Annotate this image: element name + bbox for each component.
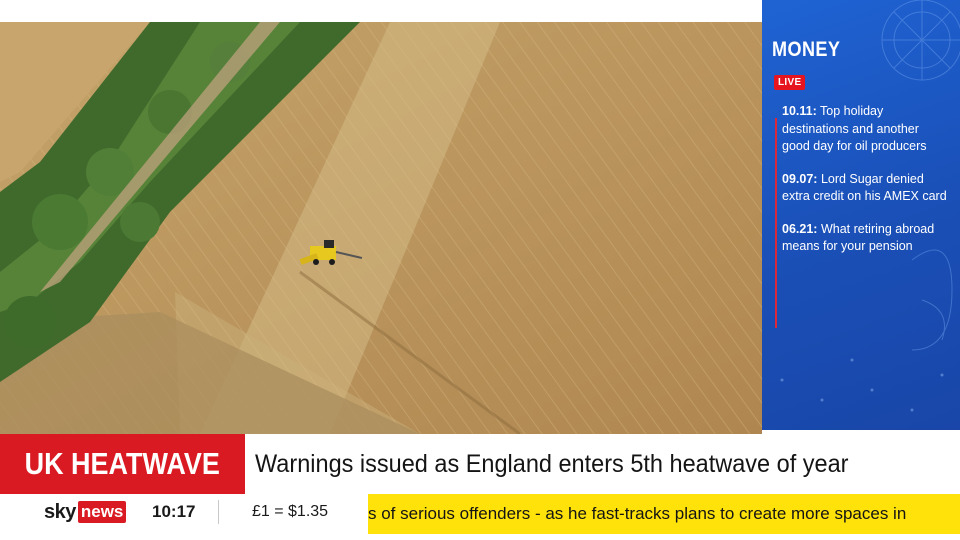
timeline-line bbox=[775, 118, 777, 328]
exchange-rate: £1 = $1.35 bbox=[252, 503, 329, 520]
news-item-time: 09.07: bbox=[782, 171, 818, 186]
top-white-strip bbox=[0, 0, 762, 22]
news-item: 06.21: What retiring abroad means for yo… bbox=[782, 221, 950, 256]
video-feed bbox=[0, 22, 762, 434]
panel-title: MONEY bbox=[772, 38, 841, 61]
news-list: 10.11: Top holiday destinations and anot… bbox=[782, 103, 950, 271]
news-item-time: 10.11: bbox=[782, 104, 817, 118]
combine-harvester-icon bbox=[299, 240, 363, 265]
ticker-bar: sky news 10:17 £1 = $1.35 s of serious o… bbox=[0, 494, 960, 540]
news-item: 09.07: Lord Sugar denied extra credit on… bbox=[782, 171, 950, 206]
ticker-text: s of serious offenders - as he fast-trac… bbox=[368, 504, 907, 523]
headline-strap: UK HEATWAVE Warnings issued as England e… bbox=[0, 434, 960, 494]
strap-tag: UK HEATWAVE bbox=[0, 434, 245, 494]
logo-news-text: news bbox=[77, 501, 127, 523]
live-badge: LIVE bbox=[774, 75, 806, 90]
news-item-time: 06.21: bbox=[782, 221, 818, 236]
clock: 10:17 bbox=[152, 502, 196, 521]
ticker-bottom-band bbox=[0, 534, 960, 540]
sky-news-logo: sky news bbox=[44, 499, 127, 525]
strap-tag-label: UK HEATWAVE bbox=[24, 446, 221, 481]
scrolling-ticker: s of serious offenders - as he fast-trac… bbox=[368, 494, 960, 534]
news-item: 10.11: Top holiday destinations and anot… bbox=[782, 103, 950, 156]
money-sidebar: MONEY LIVE 10.11: Top holiday destinatio… bbox=[762, 0, 960, 430]
logo-sky-text: sky bbox=[44, 500, 76, 523]
headline-text: Warnings issued as England enters 5th he… bbox=[255, 450, 849, 478]
ticker-divider bbox=[218, 500, 219, 524]
aerial-field-image bbox=[0, 22, 762, 434]
